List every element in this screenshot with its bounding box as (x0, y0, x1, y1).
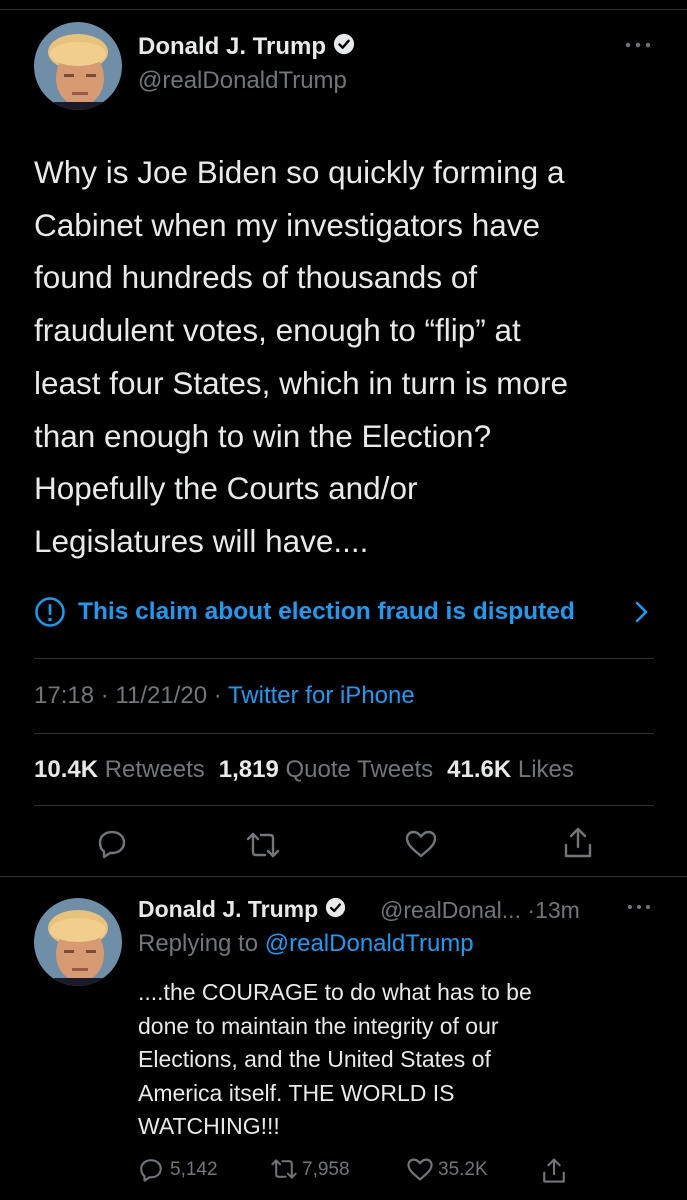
retweets-stat[interactable]: 10.4K Retweets (34, 756, 205, 783)
top-divider (0, 9, 687, 10)
reply-text: ....the COURAGE to do what has to be don… (138, 979, 532, 1139)
reply-handle-text[interactable]: @realDonal... (380, 897, 521, 923)
share-icon (543, 1158, 565, 1183)
tweet-divider (0, 876, 687, 877)
tweet-time: 17:18 (34, 682, 95, 709)
likes-label: Likes (517, 756, 574, 783)
reply-icon (140, 1159, 162, 1182)
tweet-source-link[interactable]: Twitter for iPhone (228, 682, 415, 709)
meta-divider (34, 733, 654, 734)
tweet-stats: 10.4K Retweets 1,819 Quote Tweets 41.6K Li… (34, 756, 574, 784)
info-circle-icon (34, 596, 66, 635)
share-icon[interactable] (562, 826, 594, 865)
retweet-icon (271, 1159, 297, 1179)
more-horizontal-icon[interactable] (624, 30, 652, 56)
heart-icon[interactable] (404, 829, 438, 864)
reply-author-name[interactable]: Donald J. Trump (138, 896, 346, 924)
reply-age: 13m (535, 897, 580, 923)
author-handle[interactable]: @realDonaldTrump (138, 67, 347, 95)
replying-handle-link[interactable]: @realDonaldTrump (265, 930, 474, 957)
likes-stat[interactable]: 41.6K Likes (447, 756, 574, 783)
tweet-meta: 17:18 · 11/21/20 · Twitter for iPhone (34, 682, 415, 710)
notice-divider (34, 658, 654, 659)
reply-retweet-count: 7,958 (302, 1159, 350, 1180)
reply-like-count: 35.2K (438, 1159, 488, 1180)
quotes-stat[interactable]: 1,819 Quote Tweets (219, 756, 433, 783)
reply-icon[interactable] (96, 828, 128, 865)
heart-icon (407, 1158, 433, 1181)
author-name[interactable]: Donald J. Trump (138, 33, 355, 62)
chevron-right-icon (634, 600, 650, 631)
reply-author-handle: @realDonal... ·13m (380, 897, 580, 924)
likes-count: 41.6K (447, 756, 512, 783)
notice-label: This claim about election fraud is dispu… (78, 598, 575, 625)
avatar[interactable] (34, 22, 122, 110)
replying-label: Replying to (138, 930, 259, 957)
tweet-text: Why is Joe Biden so quickly forming a Ca… (34, 154, 568, 559)
meta-separator: · (100, 682, 109, 709)
reply-avatar[interactable] (34, 898, 122, 986)
stats-divider (34, 805, 654, 806)
more-horizontal-icon[interactable] (626, 892, 652, 918)
verified-badge-icon (325, 897, 346, 924)
retweets-count: 10.4K (34, 756, 99, 783)
reply-author-name-text: Donald J. Trump (138, 896, 319, 922)
quotes-label: Quote Tweets (285, 756, 434, 783)
reply-reply-count: 5,142 (170, 1159, 218, 1180)
tweet-date: 11/21/20 (115, 682, 208, 709)
meta-separator: · (213, 682, 222, 709)
reply-separator: · (527, 897, 536, 923)
retweets-label: Retweets (104, 756, 205, 783)
disputed-notice[interactable]: This claim about election fraud is dispu… (34, 594, 654, 634)
replying-to: Replying to @realDonaldTrump (138, 930, 474, 958)
retweet-icon[interactable] (245, 830, 281, 865)
author-name-text: Donald J. Trump (138, 33, 327, 60)
verified-badge-icon (333, 33, 355, 62)
quotes-count: 1,819 (218, 756, 279, 783)
